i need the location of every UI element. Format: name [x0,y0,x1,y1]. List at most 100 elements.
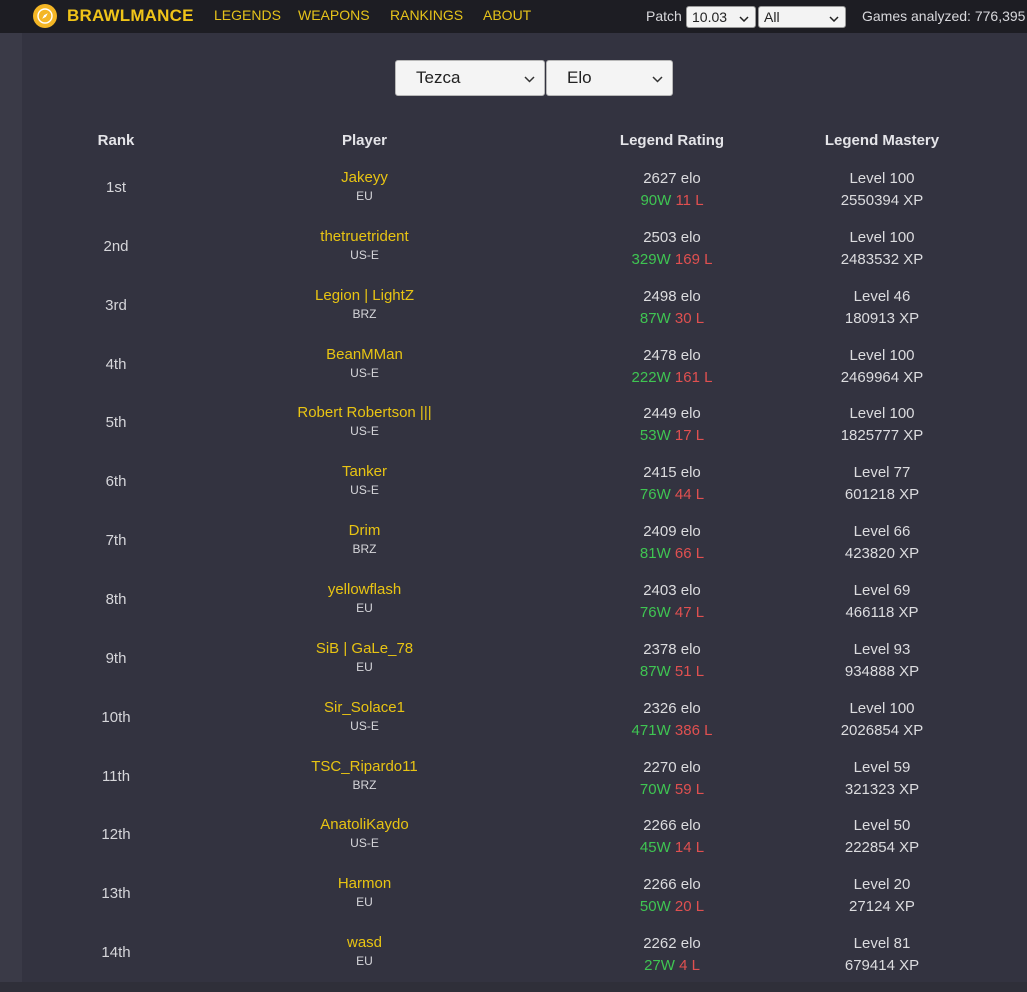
player-cell: Legion | LightZ BRZ [212,286,517,322]
rating-cell: 2378 elo 87W 51 L [577,639,767,683]
player-name-link[interactable]: Legion | LightZ [212,286,517,306]
elo-value: 2270 elo [643,758,701,776]
losses-value: 17 L [674,427,705,445]
player-name-link[interactable]: Robert Robertson ||| [212,403,517,423]
rating-cell: 2415 elo 76W 44 L [577,462,767,506]
rank-cell: 13th [101,885,131,903]
win-loss: 27W 4 L [577,955,767,977]
patch-select-value: 10.03 [692,9,728,25]
rank-cell: 12th [101,826,131,844]
brand-name[interactable]: BRAWLMANCE [67,6,194,26]
sort-select[interactable]: Elo [546,60,673,96]
losses-value: 20 L [674,898,705,916]
losses-value: 47 L [674,603,705,621]
top-nav-bar: BRAWLMANCE LEGENDS WEAPONS RANKINGS ABOU… [0,0,1027,33]
win-loss: 329W 169 L [577,249,767,271]
player-cell: Harmon EU [212,874,517,910]
table-row: 7th Drim BRZ 2409 elo 81W 66 L Level 66 423820… [22,521,1027,580]
mastery-xp: 2483532 XP [840,250,924,268]
mastery-xp: 2469964 XP [840,368,924,386]
wins-value: 329W [631,250,671,268]
player-name-link[interactable]: TSC_Ripardo11 [212,757,517,777]
player-name-link[interactable]: Tanker [212,462,517,482]
nav-about[interactable]: ABOUT [483,7,531,23]
mastery-level: Level 81 [853,935,911,953]
wins-value: 471W [631,721,671,739]
mastery-cell: Level 69 466118 XP [782,580,982,624]
rank-cell: 5th [105,414,127,432]
mastery-level: Level 50 [853,817,911,835]
mode-select[interactable]: All [758,6,846,28]
mastery-level: Level 69 [853,581,911,599]
rank-cell: 14th [101,944,131,962]
rank-cell: 3rd [105,296,127,314]
elo-value: 2409 elo [643,523,701,541]
legend-select[interactable]: Tezca [395,60,545,96]
player-cell: Robert Robertson ||| US-E [212,403,517,439]
mastery-xp: 180913 XP [844,309,920,327]
mode-select-value: All [764,9,780,25]
losses-value: 14 L [674,839,705,857]
table-row: 2nd thetruetrident US-E 2503 elo 329W 169 L L… [22,227,1027,286]
wins-value: 87W [639,662,671,680]
player-name-link[interactable]: yellowflash [212,580,517,600]
mastery-level: Level 59 [853,758,911,776]
player-cell: yellowflash EU [212,580,517,616]
mastery-xp: 222854 XP [844,839,920,857]
mastery-xp: 1825777 XP [840,427,924,445]
player-name-link[interactable]: Drim [212,521,517,541]
nav-legends[interactable]: LEGENDS [214,7,281,23]
elo-value: 2266 elo [643,876,701,894]
table-row: 1st Jakeyy EU 2627 elo 90W 11 L Level 100 2550… [22,168,1027,227]
rating-cell: 2270 elo 70W 59 L [577,757,767,801]
mastery-level: Level 20 [853,876,911,894]
rank-cell: 1st [105,179,126,196]
mastery-level: Level 77 [853,464,911,482]
rating-cell: 2326 elo 471W 386 L [577,698,767,742]
player-cell: AnatoliKaydo US-E [212,815,517,851]
player-region: BRZ [352,542,377,557]
player-cell: SiB | GaLe_78 EU [212,639,517,675]
player-name-link[interactable]: Sir_Solace1 [212,698,517,718]
player-name-link[interactable]: Jakeyy [212,168,517,188]
mastery-xp: 423820 XP [844,545,920,563]
elo-value: 2326 elo [643,699,701,717]
player-region: EU [356,954,373,969]
mastery-level: Level 100 [849,699,915,717]
header-rank: Rank [97,132,135,149]
player-cell: thetruetrident US-E [212,227,517,263]
elo-value: 2627 elo [643,170,701,187]
player-name-link[interactable]: wasd [212,933,517,953]
mastery-cell: Level 20 27124 XP [782,874,982,918]
win-loss: 222W 161 L [577,367,767,389]
player-region: BRZ [352,777,377,792]
player-name-link[interactable]: AnatoliKaydo [212,815,517,835]
table-row: 4th BeanMMan US-E 2478 elo 222W 161 L Level 1… [22,345,1027,404]
elo-value: 2266 elo [643,817,701,835]
mastery-level: Level 46 [853,287,911,305]
win-loss: 45W 14 L [577,837,767,859]
player-region: EU [356,600,373,615]
losses-value: 11 L [675,192,704,209]
player-name-link[interactable]: Harmon [212,874,517,894]
player-region: EU [356,659,373,674]
mastery-xp: 2550394 XP [840,192,924,209]
compass-logo-icon[interactable] [33,4,57,28]
patch-select[interactable]: 10.03 [686,6,756,28]
rating-cell: 2403 elo 76W 47 L [577,580,767,624]
rank-cell: 10th [101,708,131,726]
rating-cell: 2409 elo 81W 66 L [577,521,767,565]
player-name-link[interactable]: thetruetrident [212,227,517,247]
wins-value: 50W [639,898,671,916]
elo-value: 2503 elo [643,228,701,246]
rank-cell: 2nd [103,237,129,255]
losses-value: 161 L [674,368,713,386]
player-name-link[interactable]: BeanMMan [212,345,517,365]
nav-weapons[interactable]: WEAPONS [298,7,370,23]
rank-cell: 8th [105,590,127,608]
nav-rankings[interactable]: RANKINGS [390,7,463,23]
table-row: 6th Tanker US-E 2415 elo 76W 44 L Level 77 601… [22,462,1027,521]
mastery-cell: Level 46 180913 XP [782,286,982,330]
win-loss: 76W 47 L [577,602,767,624]
player-name-link[interactable]: SiB | GaLe_78 [212,639,517,659]
